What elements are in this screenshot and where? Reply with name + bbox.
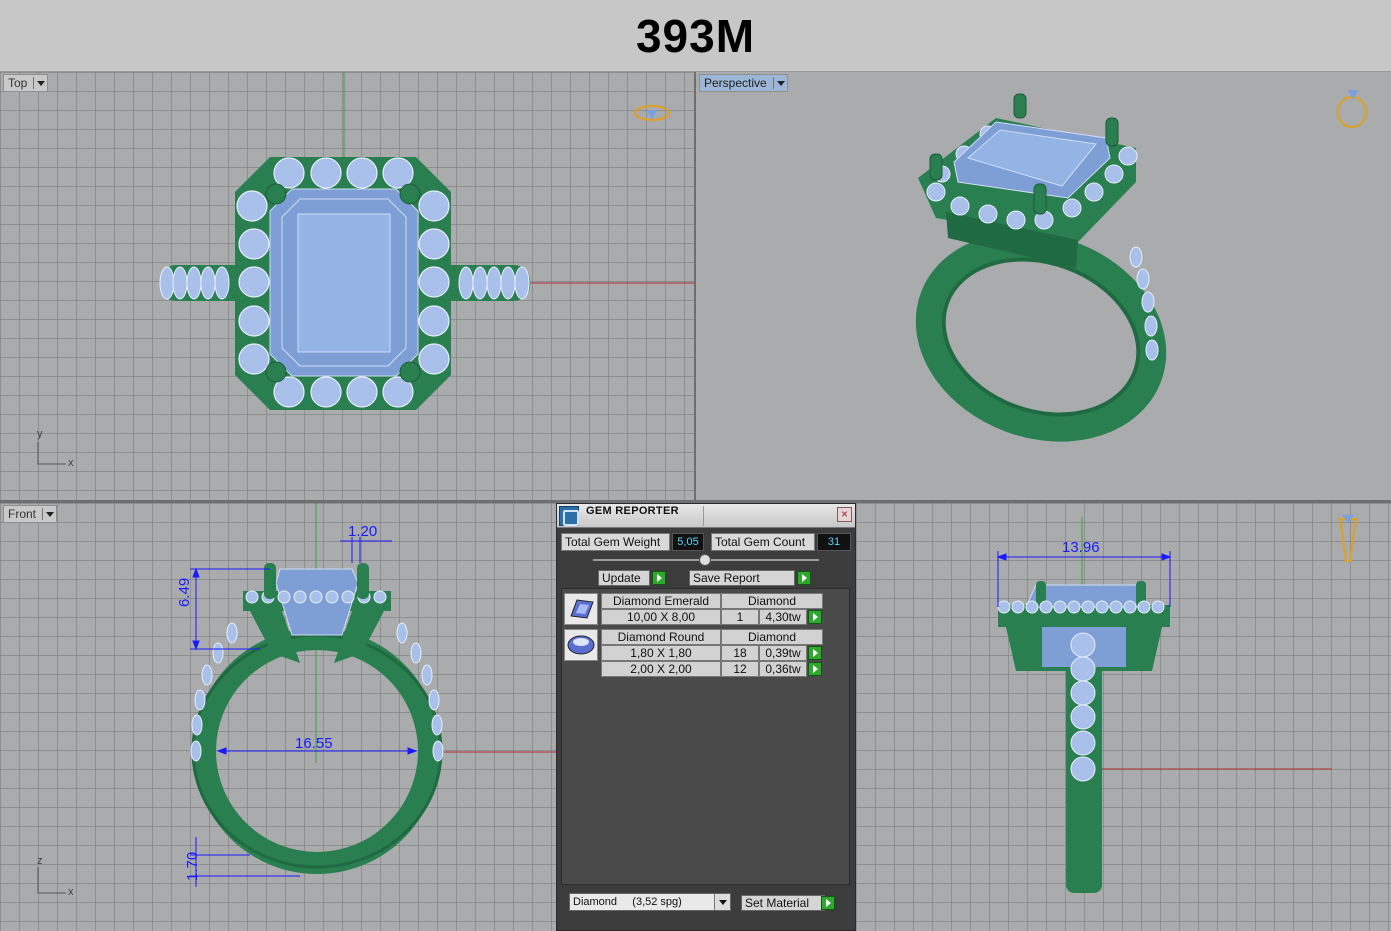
dimension-band: 1.70	[184, 851, 201, 881]
close-icon[interactable]: ×	[837, 507, 852, 522]
chevron-down-icon[interactable]	[42, 508, 55, 520]
group-name-emerald: Diamond Emerald	[601, 593, 721, 609]
viewport-top[interactable]: y x Top	[0, 72, 694, 500]
gem-size: 2,00 X 2,00	[601, 661, 721, 677]
axis-label-x: x	[68, 457, 74, 469]
title-bar: 393M	[0, 0, 1391, 72]
dimension-prong: 1.20	[348, 523, 378, 540]
total-count-value: 31	[817, 533, 851, 551]
chevron-down-icon[interactable]	[714, 894, 730, 910]
axis-label-x: x	[68, 886, 74, 898]
set-material-button[interactable]: Set Material	[741, 895, 825, 911]
panel-slider[interactable]	[593, 554, 819, 566]
chevron-down-icon[interactable]	[33, 77, 46, 89]
row-go-icon[interactable]	[808, 610, 822, 624]
update-go-icon[interactable]	[652, 571, 666, 585]
gem-count: 12	[721, 661, 759, 677]
gem-size: 10,00 X 8,00	[601, 609, 721, 625]
right-view-scene	[996, 515, 1358, 893]
group-material-emerald: Diamond	[721, 593, 823, 609]
total-weight-label: Total Gem Weight	[561, 533, 670, 551]
axis-label-z: z	[37, 855, 43, 867]
gem-reporter-icon	[559, 506, 579, 526]
viewport-label-top[interactable]: Top	[3, 74, 49, 92]
ring-icon-perspective	[1337, 96, 1367, 128]
round-cut-icon	[564, 629, 598, 661]
viewport-front[interactable]: 16.55 1.20 6.49 1.70 z x Front	[0, 503, 556, 931]
gem-weight: 0,36tw	[759, 661, 807, 677]
gem-weight: 4,30tw	[759, 609, 807, 625]
ring-icon-right	[1338, 515, 1358, 562]
axis-label-y: y	[37, 428, 43, 440]
panel-header[interactable]: GEM REPORTER ×	[557, 504, 855, 528]
row-go-icon[interactable]	[808, 662, 822, 676]
viewport-label-front[interactable]: Front	[3, 505, 58, 523]
update-button[interactable]: Update	[598, 570, 650, 586]
viewport-right[interactable]: 13.96	[856, 503, 1391, 931]
row-go-icon[interactable]	[808, 646, 822, 660]
emerald-cut-icon	[564, 593, 598, 625]
panel-title: GEM REPORTER	[586, 505, 679, 517]
save-report-button[interactable]: Save Report	[689, 570, 795, 586]
gem-count: 1	[721, 609, 759, 625]
chevron-down-icon[interactable]	[772, 77, 785, 89]
dimension-inner-diameter: 16.55	[295, 735, 333, 752]
set-material-go-icon[interactable]	[821, 896, 835, 910]
viewport-label-perspective[interactable]: Perspective	[699, 74, 788, 92]
front-view-scene	[37, 503, 556, 894]
gem-list: Diamond Emerald Diamond 10,00 X 8,00 1 4…	[561, 588, 850, 885]
material-select[interactable]: Diamond (3,52 spg)	[569, 893, 731, 911]
perspective-scene	[915, 90, 1367, 442]
group-material-round: Diamond	[721, 629, 823, 645]
dimension-width: 13.96	[1062, 539, 1100, 556]
viewport-perspective[interactable]: Perspective	[696, 72, 1391, 500]
dimension-height: 6.49	[176, 577, 193, 607]
gem-size: 1,80 X 1,80	[601, 645, 721, 661]
gem-reporter-panel: GEM REPORTER × Total Gem Weight 5,05 Tot…	[556, 503, 856, 931]
gem-count: 18	[721, 645, 759, 661]
top-view-scene	[37, 72, 694, 465]
total-count-label: Total Gem Count	[711, 533, 815, 551]
save-report-go-icon[interactable]	[797, 571, 811, 585]
model-title: 393M	[635, 9, 756, 62]
slider-knob[interactable]	[699, 554, 711, 566]
gem-weight: 0,39tw	[759, 645, 807, 661]
group-name-round: Diamond Round	[601, 629, 721, 645]
total-weight-value: 5,05	[672, 533, 704, 551]
